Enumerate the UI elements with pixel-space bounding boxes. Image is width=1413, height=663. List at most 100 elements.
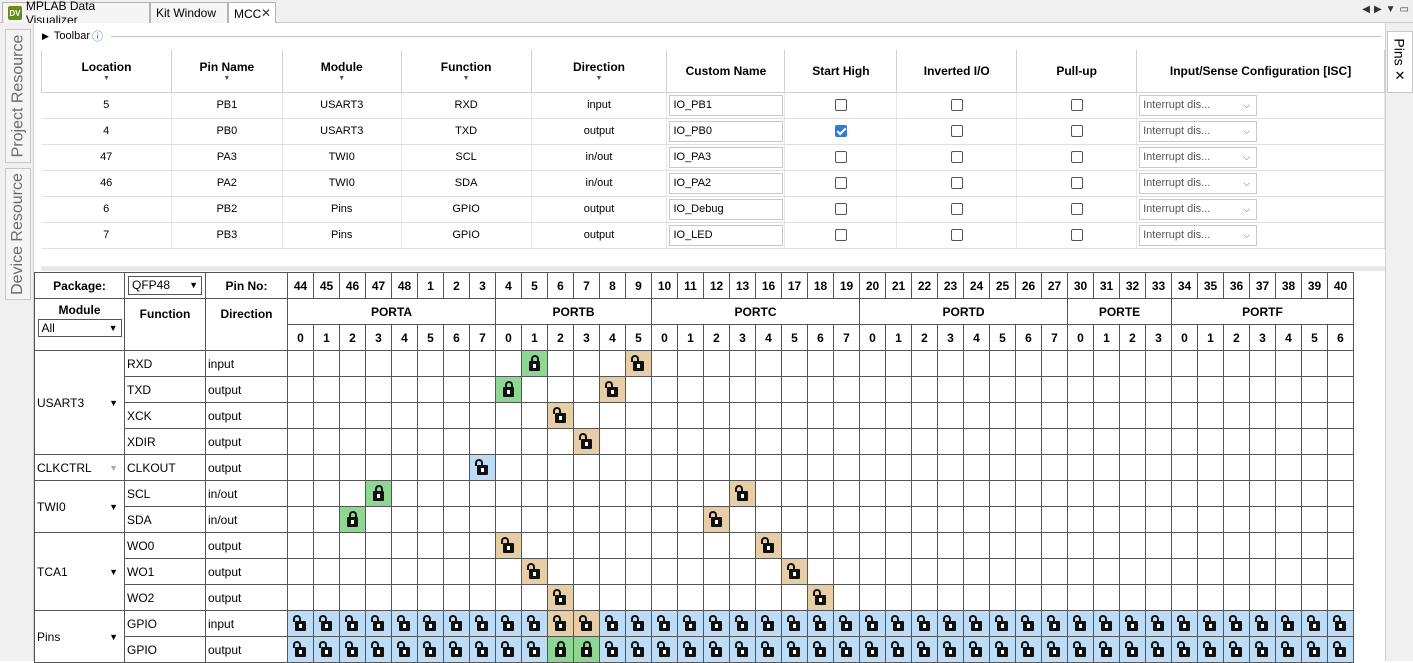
- pin-cell[interactable]: [313, 532, 340, 559]
- pin-cell[interactable]: [807, 636, 834, 663]
- pullup-checkbox[interactable]: [1070, 151, 1083, 164]
- module-cell[interactable]: Pins ▼: [34, 610, 125, 663]
- pin-cell[interactable]: [1249, 558, 1276, 585]
- start-high-checkbox[interactable]: [834, 99, 847, 112]
- pin-cell[interactable]: [339, 480, 366, 507]
- pin-cell[interactable]: [755, 610, 782, 637]
- pin-cell[interactable]: [1067, 636, 1094, 663]
- pin-cell[interactable]: [1223, 584, 1250, 611]
- pin-cell[interactable]: [443, 506, 470, 533]
- pin-cell[interactable]: [443, 532, 470, 559]
- pin-cell[interactable]: [1067, 480, 1094, 507]
- pin-cell[interactable]: [781, 506, 808, 533]
- pin-cell[interactable]: [1171, 636, 1198, 663]
- pin-cell[interactable]: [833, 480, 860, 507]
- custom-name-field[interactable]: IO_PA2: [669, 172, 784, 194]
- pin-cell[interactable]: [963, 506, 990, 533]
- pin-cell[interactable]: [365, 376, 392, 403]
- tab-mcc[interactable]: MCC ✕: [228, 2, 276, 24]
- pin-cell[interactable]: [469, 428, 496, 455]
- pin-cell[interactable]: [755, 350, 782, 377]
- maximize-icon[interactable]: ▭: [1400, 4, 1409, 15]
- sort-icon[interactable]: ▼: [42, 75, 171, 82]
- pin-cell[interactable]: [1327, 350, 1354, 377]
- pin-cell[interactable]: [1093, 584, 1120, 611]
- pullup-checkbox[interactable]: [1070, 125, 1083, 138]
- pin-cell[interactable]: [833, 454, 860, 481]
- pin-cell[interactable]: [1171, 376, 1198, 403]
- pin-cell[interactable]: [313, 636, 340, 663]
- pin-cell[interactable]: [807, 584, 834, 611]
- pin-cell[interactable]: [339, 454, 366, 481]
- pullup-checkbox[interactable]: [1070, 99, 1083, 112]
- pin-cell[interactable]: [1171, 350, 1198, 377]
- pin-cell[interactable]: [1093, 558, 1120, 585]
- pin-cell[interactable]: [911, 584, 938, 611]
- pin-cell[interactable]: [1041, 610, 1068, 637]
- pin-cell[interactable]: [729, 636, 756, 663]
- pin-cell[interactable]: [573, 376, 600, 403]
- pin-cell[interactable]: [417, 454, 444, 481]
- pin-cell[interactable]: [1041, 506, 1068, 533]
- pin-cell[interactable]: [599, 376, 626, 403]
- pin-cell[interactable]: [963, 376, 990, 403]
- pin-cell[interactable]: [989, 558, 1016, 585]
- pin-cell[interactable]: [1119, 610, 1146, 637]
- chevron-right-icon[interactable]: ▶: [1374, 4, 1382, 15]
- pin-cell[interactable]: [365, 584, 392, 611]
- start-high-checkbox[interactable]: [834, 177, 847, 190]
- pin-cell[interactable]: [287, 454, 314, 481]
- pin-cell[interactable]: [1015, 506, 1042, 533]
- pin-cell[interactable]: [599, 402, 626, 429]
- pin-cell[interactable]: [859, 558, 886, 585]
- pin-cell[interactable]: [937, 532, 964, 559]
- pin-cell[interactable]: [1301, 402, 1328, 429]
- pin-cell[interactable]: [547, 610, 574, 637]
- pin-cell[interactable]: [833, 402, 860, 429]
- pin-cell[interactable]: [807, 454, 834, 481]
- isc-dropdown[interactable]: Interrupt dis... ⌵: [1139, 94, 1258, 116]
- tab-kit-window[interactable]: Kit Window: [150, 2, 228, 23]
- pin-cell[interactable]: [1275, 376, 1302, 403]
- pin-cell[interactable]: [989, 636, 1016, 663]
- pin-cell[interactable]: [885, 610, 912, 637]
- pin-cell[interactable]: [1145, 428, 1172, 455]
- pin-cell[interactable]: [677, 558, 704, 585]
- pin-cell[interactable]: [755, 428, 782, 455]
- pin-cell[interactable]: [1301, 636, 1328, 663]
- pin-cell[interactable]: [703, 532, 730, 559]
- pin-cell[interactable]: [911, 402, 938, 429]
- pin-cell[interactable]: [885, 584, 912, 611]
- custom-name-field[interactable]: IO_PB1: [669, 94, 784, 116]
- pin-cell[interactable]: [443, 376, 470, 403]
- pin-cell[interactable]: [287, 376, 314, 403]
- pin-cell[interactable]: [1015, 610, 1042, 637]
- pin-cell[interactable]: [703, 402, 730, 429]
- pin-cell[interactable]: [1041, 532, 1068, 559]
- pin-cell[interactable]: [1145, 558, 1172, 585]
- chevron-down-icon[interactable]: ▼: [1386, 4, 1396, 15]
- pin-cell[interactable]: [495, 558, 522, 585]
- pin-cell[interactable]: [1223, 636, 1250, 663]
- pin-cell[interactable]: [1301, 428, 1328, 455]
- inverted-io-checkbox[interactable]: [950, 125, 963, 138]
- module-cell[interactable]: USART3 ▼: [34, 350, 125, 455]
- chevron-down-icon[interactable]: ▼: [109, 463, 118, 473]
- pin-cell[interactable]: [1275, 610, 1302, 637]
- pin-cell[interactable]: [521, 610, 548, 637]
- pin-cell[interactable]: [885, 376, 912, 403]
- pin-cell[interactable]: [443, 558, 470, 585]
- pin-cell[interactable]: [781, 428, 808, 455]
- pin-cell[interactable]: [807, 376, 834, 403]
- pin-cell[interactable]: [703, 376, 730, 403]
- pin-cell[interactable]: [963, 428, 990, 455]
- pin-cell[interactable]: [781, 610, 808, 637]
- pin-cell[interactable]: [963, 402, 990, 429]
- inverted-io-checkbox[interactable]: [950, 203, 963, 216]
- pin-cell[interactable]: [1249, 376, 1276, 403]
- pin-cell[interactable]: [859, 428, 886, 455]
- pin-cell[interactable]: [313, 428, 340, 455]
- pin-cell[interactable]: [1249, 350, 1276, 377]
- pin-cell[interactable]: [755, 532, 782, 559]
- pin-cell[interactable]: [963, 532, 990, 559]
